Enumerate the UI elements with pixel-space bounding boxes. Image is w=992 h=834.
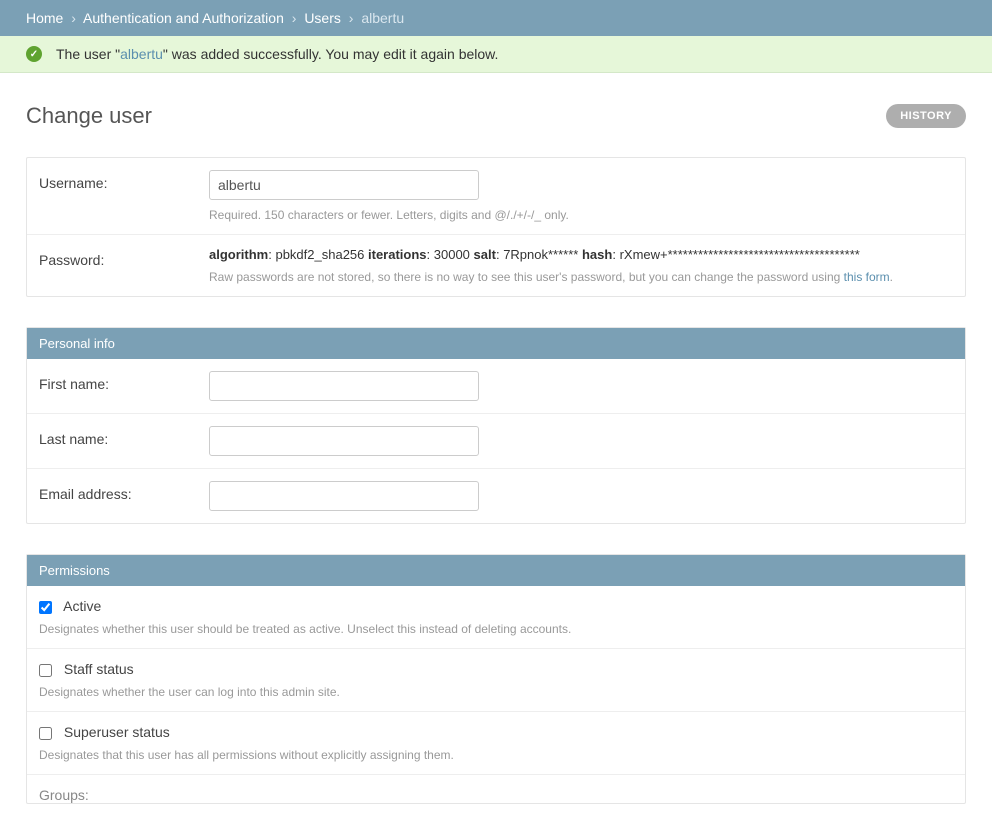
username-input[interactable] (209, 170, 479, 200)
last-name-label: Last name: (39, 426, 209, 447)
history-button[interactable]: HISTORY (886, 104, 966, 128)
module-permissions: Permissions Active Designates whether th… (26, 554, 966, 804)
pw-algorithm: pbkdf2_sha256 (275, 247, 364, 262)
email-label: Email address: (39, 481, 209, 502)
permissions-heading: Permissions (27, 555, 965, 586)
email-input[interactable] (209, 481, 479, 511)
module-personal-info: Personal info First name: Last name: Ema… (26, 327, 966, 524)
pw-algorithm-label: algorithm (209, 247, 268, 262)
pw-salt-label: salt (474, 247, 496, 262)
pw-salt: 7Rpnok****** (503, 247, 578, 262)
success-icon: ✓ (26, 46, 42, 62)
breadcrumb-current: albertu (361, 10, 404, 26)
success-message: ✓ The user "albertu" was added successfu… (0, 36, 992, 73)
page-title: Change user (26, 103, 152, 129)
username-help: Required. 150 characters or fewer. Lette… (209, 208, 953, 222)
breadcrumb: Home › Authentication and Authorization … (0, 0, 992, 36)
module-main: Username: Required. 150 characters or fe… (26, 157, 966, 297)
row-last-name: Last name: (27, 414, 965, 469)
password-label: Password: (39, 247, 209, 268)
staff-checkbox[interactable] (39, 664, 52, 677)
first-name-input[interactable] (209, 371, 479, 401)
active-label[interactable]: Active (63, 598, 101, 614)
first-name-label: First name: (39, 371, 209, 392)
breadcrumb-auth[interactable]: Authentication and Authorization (83, 10, 284, 26)
breadcrumb-users[interactable]: Users (304, 10, 341, 26)
row-first-name: First name: (27, 359, 965, 414)
breadcrumb-sep: › (349, 10, 354, 26)
password-info: algorithm: pbkdf2_sha256 iterations: 300… (209, 247, 953, 262)
last-name-input[interactable] (209, 426, 479, 456)
staff-help: Designates whether the user can log into… (39, 685, 953, 699)
row-email: Email address: (27, 469, 965, 523)
active-checkbox[interactable] (39, 601, 52, 614)
superuser-help: Designates that this user has all permis… (39, 748, 953, 762)
row-superuser: Superuser status Designates that this us… (27, 712, 965, 775)
pw-hash: rXmew+**********************************… (620, 247, 860, 262)
personal-info-heading: Personal info (27, 328, 965, 359)
pw-help-pre: Raw passwords are not stored, so there i… (209, 270, 844, 284)
message-user-link[interactable]: albertu (120, 46, 163, 62)
pw-hash-label: hash (582, 247, 612, 262)
message-post: " was added successfully. You may edit i… (163, 46, 498, 62)
staff-label[interactable]: Staff status (64, 661, 134, 677)
pw-iterations-label: iterations (368, 247, 427, 262)
superuser-checkbox[interactable] (39, 727, 52, 740)
groups-label: Groups: (27, 775, 965, 803)
breadcrumb-sep: › (292, 10, 297, 26)
pw-iterations: 30000 (434, 247, 470, 262)
breadcrumb-home[interactable]: Home (26, 10, 63, 26)
active-help: Designates whether this user should be t… (39, 622, 953, 636)
row-staff: Staff status Designates whether the user… (27, 649, 965, 712)
password-help: Raw passwords are not stored, so there i… (209, 270, 953, 284)
username-label: Username: (39, 170, 209, 191)
password-form-link[interactable]: this form (844, 270, 890, 284)
message-pre: The user " (56, 46, 120, 62)
superuser-label[interactable]: Superuser status (64, 724, 170, 740)
row-password: Password: algorithm: pbkdf2_sha256 itera… (27, 235, 965, 296)
pw-help-post: . (890, 270, 893, 284)
row-active: Active Designates whether this user shou… (27, 586, 965, 649)
breadcrumb-sep: › (71, 10, 76, 26)
row-username: Username: Required. 150 characters or fe… (27, 158, 965, 235)
